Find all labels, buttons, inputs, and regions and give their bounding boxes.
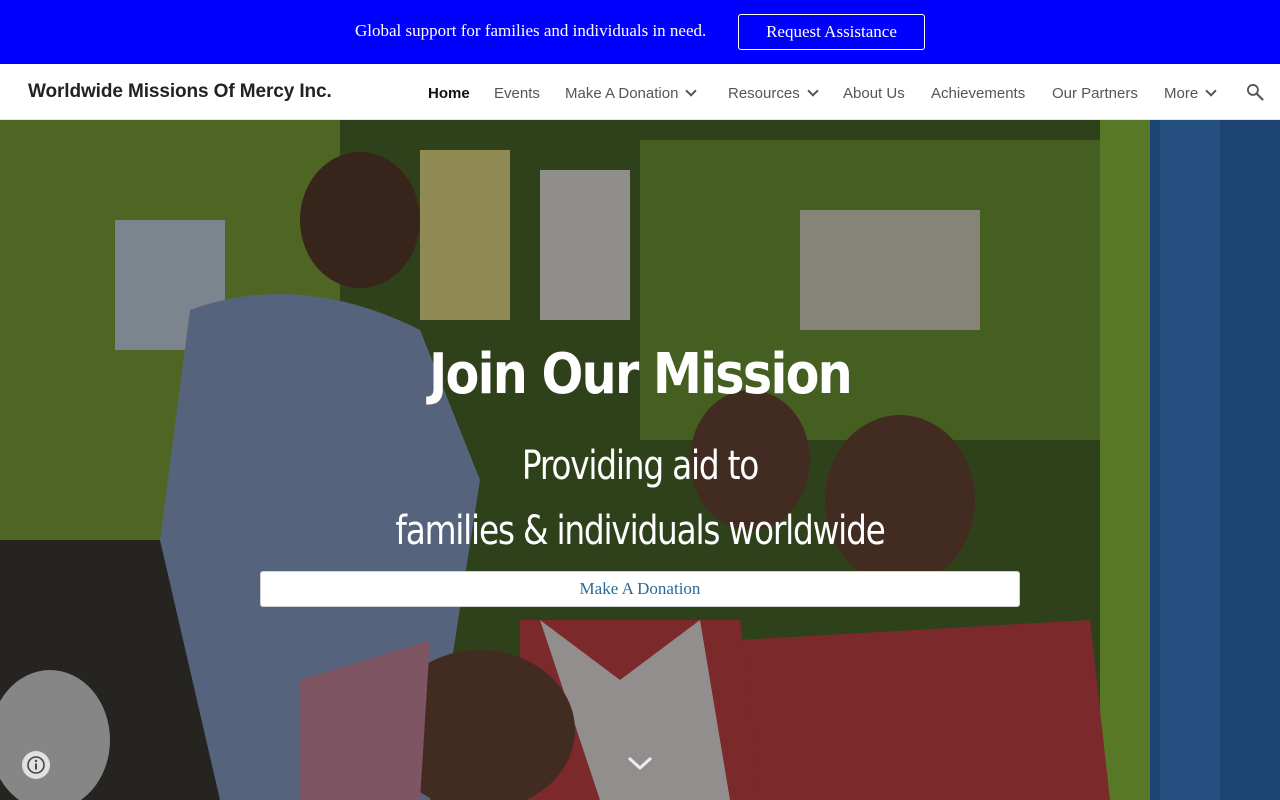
nav-label: Our Partners [1052,84,1138,102]
make-a-donation-button[interactable]: Make A Donation [260,571,1020,607]
site-header: Worldwide Missions Of Mercy Inc. Home Ev… [0,64,1280,120]
announcement-banner: Global support for families and individu… [0,0,1280,64]
nav-item-resources[interactable]: Resources [728,83,819,103]
nav-label: Home [428,84,470,102]
nav-label: Resources [728,84,800,102]
request-assistance-button[interactable]: Request Assistance [738,14,925,50]
nav-label: More [1164,84,1199,102]
nav-label: Achievements [931,84,1026,102]
search-icon[interactable] [1245,82,1265,102]
info-icon[interactable] [22,751,50,779]
chevron-down-icon[interactable] [626,752,654,774]
nav-item-achievements[interactable]: Achievements [931,83,1025,103]
hero-subtitle-line1: Providing aid to [521,443,759,489]
nav-label: Events [494,84,540,102]
nav-label: About Us [843,84,905,102]
nav-item-make-a-donation[interactable]: Make A Donation [565,83,698,103]
info-glyph [27,756,45,774]
chevron-down-icon[interactable] [685,85,698,97]
chevron-down-icon[interactable] [807,85,819,97]
site-title[interactable]: Worldwide Missions Of Mercy Inc. [28,81,332,103]
banner-text: Global support for families and individu… [355,21,707,40]
chevron-down-icon[interactable] [1205,85,1217,97]
nav-item-about-us[interactable]: About Us [843,83,905,103]
nav-item-our-partners[interactable]: Our Partners [1052,83,1138,103]
hero-title: Join Our Mission [428,342,853,407]
nav-item-home[interactable]: Home [428,83,470,103]
hero-subtitle-line2: families & individuals worldwide [395,508,885,554]
nav-item-more[interactable]: More [1164,83,1217,103]
nav-label: Make A Donation [565,84,679,102]
nav-item-events[interactable]: Events [494,83,540,103]
hero-section: Join Our Mission Providing aid to famili… [0,120,1280,800]
